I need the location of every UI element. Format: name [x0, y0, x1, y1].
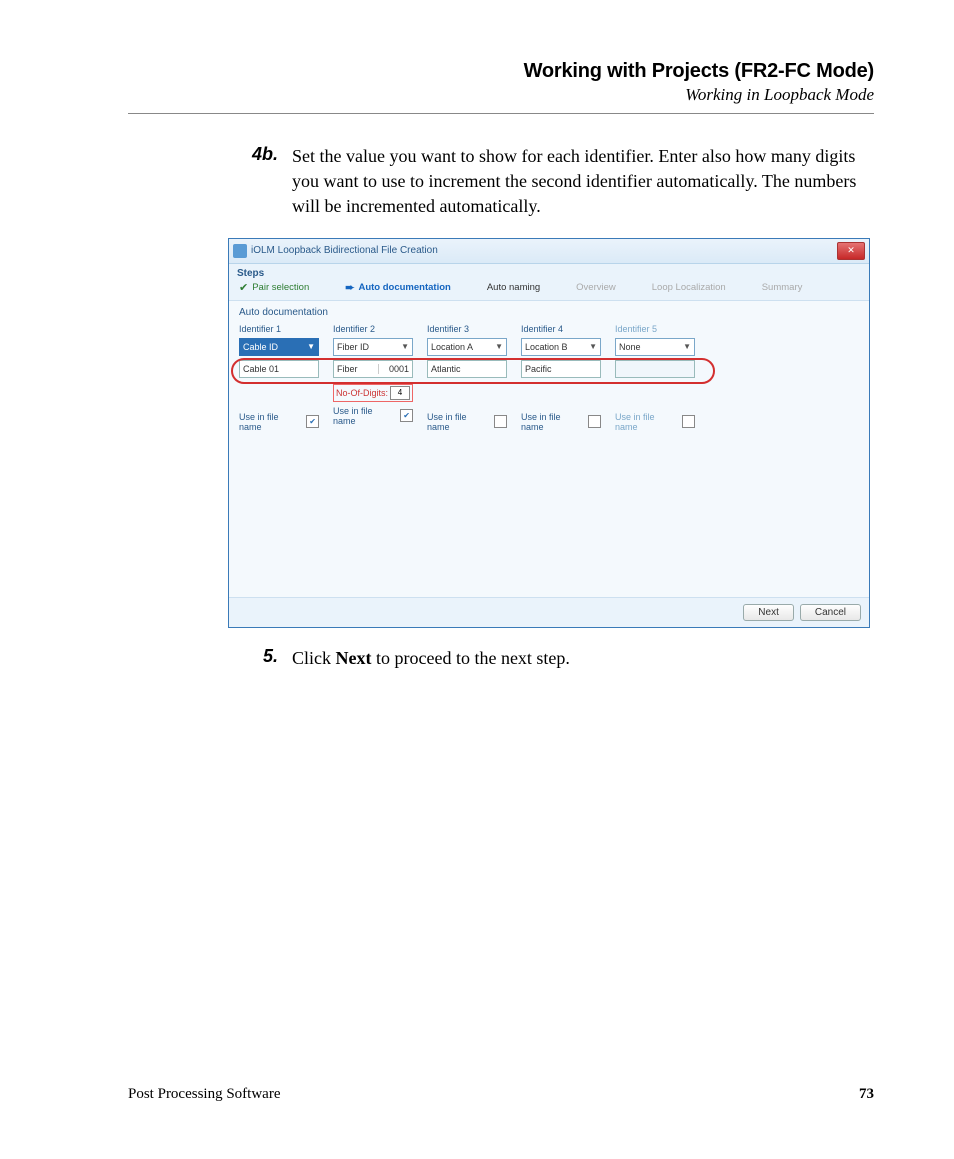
tab-pair-selection[interactable]: ✔ Pair selection [239, 281, 309, 294]
arrow-icon: ➨ [345, 281, 354, 294]
identifier-1-column: Identifier 1 Cable ID ▼ Cable 01 Use in … [239, 324, 319, 432]
steps-heading: Steps [229, 264, 869, 281]
identifier-4-type-dropdown[interactable]: Location B ▼ [521, 338, 601, 356]
identifier-4-column: Identifier 4 Location B ▼ Pacific Use in… [521, 324, 601, 432]
dialog-title: iOLM Loopback Bidirectional File Creatio… [251, 245, 438, 256]
use-in-filename-checkbox-2[interactable]: ✔ [400, 409, 413, 422]
tab-label: Overview [576, 282, 616, 293]
identifier-3-type-dropdown[interactable]: Location A ▼ [427, 338, 507, 356]
tab-loop-localization: Loop Localization [652, 282, 726, 293]
dropdown-value: Location A [431, 342, 473, 352]
use-in-filename-label: Use in file name [239, 412, 302, 432]
chevron-down-icon: ▼ [307, 342, 315, 351]
identifier-1-type-dropdown[interactable]: Cable ID ▼ [239, 338, 319, 356]
cancel-button[interactable]: Cancel [800, 604, 861, 621]
tab-overview: Overview [576, 282, 616, 293]
dropdown-value: Location B [525, 342, 568, 352]
close-button[interactable]: ✕ [837, 242, 865, 260]
section-label: Auto documentation [239, 307, 859, 318]
dialog-titlebar: iOLM Loopback Bidirectional File Creatio… [229, 239, 869, 264]
step-number-5: 5. [128, 646, 292, 671]
input-value: Cable 01 [243, 364, 279, 374]
identifier-1-label: Identifier 1 [239, 324, 319, 334]
no-of-digits-row: No-Of-Digits: 4 [333, 384, 413, 402]
tab-label: Auto naming [487, 282, 540, 293]
tab-label: Summary [762, 282, 803, 293]
no-of-digits-label: No-Of-Digits: [336, 388, 388, 398]
step-number-4b: 4b. [128, 144, 292, 220]
input-value: Pacific [525, 364, 552, 374]
header-divider [128, 113, 874, 114]
identifier-2-column: Identifier 2 Fiber ID ▼ Fiber 0001 No-Of… [333, 324, 413, 432]
use-in-filename-checkbox-1[interactable]: ✔ [306, 415, 319, 428]
dialog-content: Auto documentation Identifier 1 Cable ID… [229, 301, 869, 597]
tab-label: Pair selection [252, 282, 309, 293]
input-value: Atlantic [431, 364, 461, 374]
identifier-1-value-input[interactable]: Cable 01 [239, 360, 319, 378]
page-header-subtitle: Working in Loopback Mode [128, 85, 874, 105]
tab-auto-naming[interactable]: Auto naming [487, 282, 540, 293]
use-in-filename-checkbox-4[interactable] [588, 415, 601, 428]
identifier-2-value-input[interactable]: Fiber 0001 [333, 360, 413, 378]
no-of-digits-spinner[interactable]: 4 [390, 386, 410, 400]
footer-product: Post Processing Software [128, 1086, 281, 1103]
dialog-screenshot: iOLM Loopback Bidirectional File Creatio… [228, 238, 870, 628]
app-icon [233, 244, 247, 258]
identifier-3-value-input[interactable]: Atlantic [427, 360, 507, 378]
close-icon: ✕ [847, 246, 855, 255]
use-in-filename-label: Use in file name [427, 412, 490, 432]
dialog-footer: Next Cancel [229, 597, 869, 627]
tab-label: Auto documentation [358, 282, 450, 293]
step-text-5: Click Next to proceed to the next step. [292, 646, 570, 671]
use-in-filename-checkbox-3[interactable] [494, 415, 507, 428]
next-button[interactable]: Next [743, 604, 794, 621]
input-value-left: Fiber [337, 364, 378, 374]
identifier-3-column: Identifier 3 Location A ▼ Atlantic Use i… [427, 324, 507, 432]
wizard-tabs: ✔ Pair selection ➨ Auto documentation Au… [229, 281, 869, 301]
identifier-2-label: Identifier 2 [333, 324, 413, 334]
tab-label: Loop Localization [652, 282, 726, 293]
use-in-filename-label: Use in file name [333, 406, 396, 426]
identifier-5-type-dropdown[interactable]: None ▼ [615, 338, 695, 356]
use-in-filename-checkbox-5[interactable] [682, 415, 695, 428]
identifier-row: Identifier 1 Cable ID ▼ Cable 01 Use in … [239, 324, 859, 432]
use-in-filename-label: Use in file name [521, 412, 584, 432]
identifier-5-label: Identifier 5 [615, 324, 695, 334]
chevron-down-icon: ▼ [589, 342, 597, 351]
input-value-right: 0001 [378, 364, 409, 374]
dropdown-value: Fiber ID [337, 342, 369, 352]
identifier-5-value-input [615, 360, 695, 378]
footer-page-number: 73 [859, 1086, 874, 1103]
step-text-4b: Set the value you want to show for each … [292, 144, 874, 220]
identifier-5-column: Identifier 5 None ▼ Use in file name [615, 324, 695, 432]
identifier-2-type-dropdown[interactable]: Fiber ID ▼ [333, 338, 413, 356]
check-icon: ✔ [239, 281, 248, 294]
use-in-filename-label: Use in file name [615, 412, 678, 432]
identifier-4-label: Identifier 4 [521, 324, 601, 334]
identifier-4-value-input[interactable]: Pacific [521, 360, 601, 378]
page-header-title: Working with Projects (FR2-FC Mode) [128, 60, 874, 83]
dropdown-value: None [619, 342, 641, 352]
identifier-3-label: Identifier 3 [427, 324, 507, 334]
chevron-down-icon: ▼ [683, 342, 691, 351]
tab-summary: Summary [762, 282, 803, 293]
chevron-down-icon: ▼ [401, 342, 409, 351]
chevron-down-icon: ▼ [495, 342, 503, 351]
dropdown-value: Cable ID [243, 342, 278, 352]
tab-auto-documentation[interactable]: ➨ Auto documentation [345, 281, 451, 294]
